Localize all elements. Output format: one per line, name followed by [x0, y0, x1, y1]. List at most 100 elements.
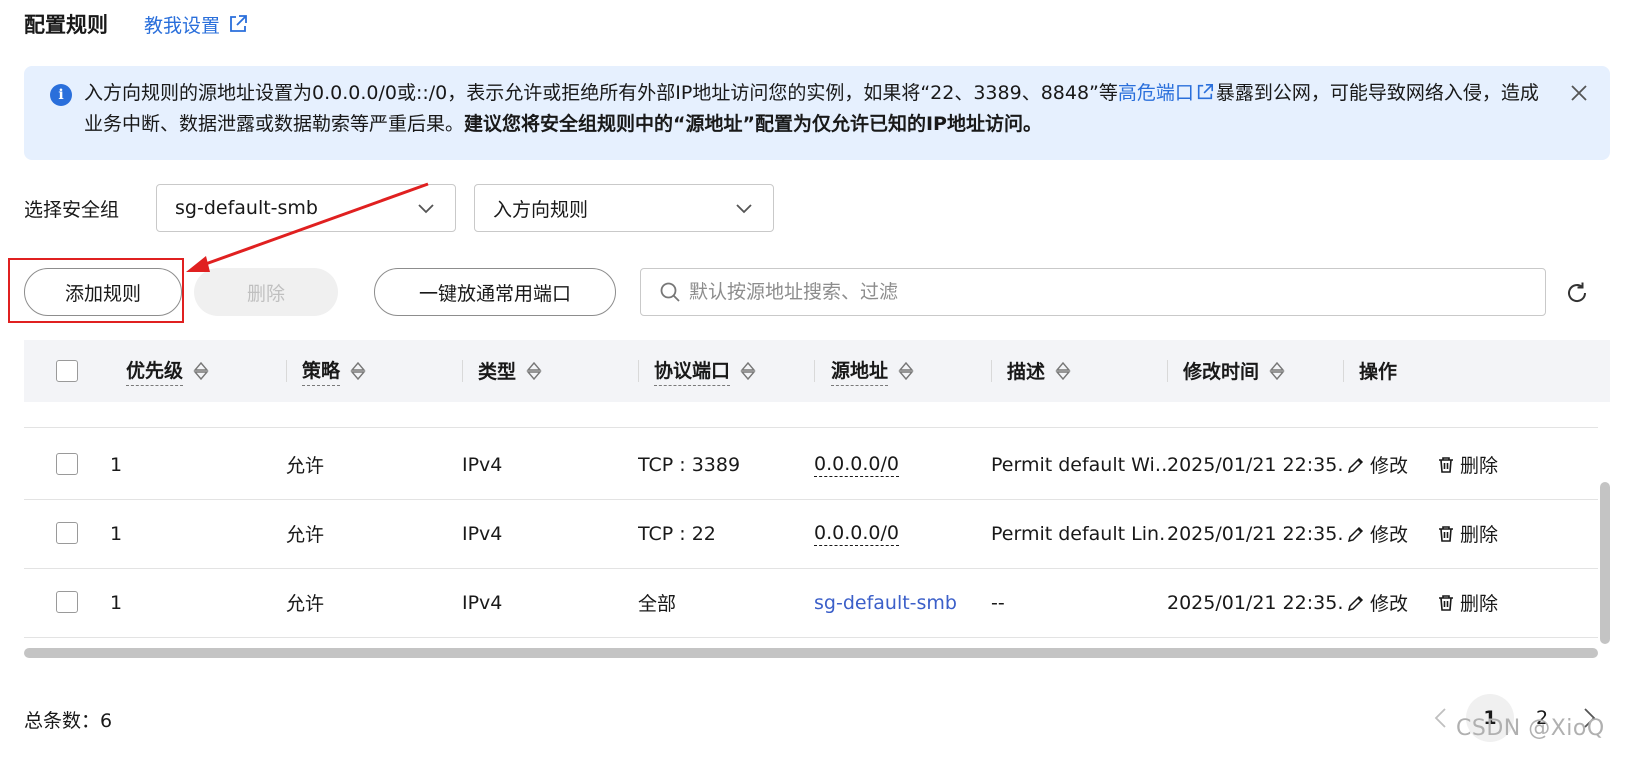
cell-priority: 1: [110, 453, 123, 476]
external-link-icon: [230, 15, 247, 32]
sort-icon: [1055, 361, 1071, 381]
security-group-select[interactable]: sg-default-smb: [156, 184, 456, 232]
column-label: 操作: [1359, 360, 1398, 383]
delete-label: 删除: [1460, 455, 1499, 477]
select-all-checkbox[interactable]: [56, 360, 78, 382]
edit-label: 修改: [1370, 524, 1409, 546]
direction-value: 入方向规则: [493, 198, 589, 221]
row-checkbox[interactable]: [56, 591, 78, 613]
open-common-ports-button[interactable]: 一键放通常用端口: [374, 268, 616, 316]
column-label: 类型: [478, 360, 517, 383]
row-checkbox[interactable]: [56, 453, 78, 475]
column-separator: [1343, 360, 1344, 382]
alert-text-1: 入方向规则的源地址设置为0.0.0.0/0或::/0，表示允许或拒绝所有外部IP…: [84, 82, 1118, 104]
sort-icon: [350, 361, 366, 381]
chevron-down-icon: [418, 204, 434, 214]
info-icon: i: [50, 84, 72, 106]
warning-alert: i 入方向规则的源地址设置为0.0.0.0/0或::/0，表示允许或拒绝所有外部…: [24, 66, 1610, 160]
vertical-scrollbar[interactable]: [1600, 482, 1610, 644]
delete-label: 删除: [1460, 524, 1499, 546]
cell-port: TCP : 3389: [638, 453, 741, 476]
close-icon[interactable]: [1568, 82, 1590, 104]
trash-icon: [1439, 525, 1453, 542]
column-header-description[interactable]: 描述: [1007, 340, 1071, 402]
column-header-policy[interactable]: 策略: [302, 340, 366, 402]
delete-action[interactable]: 删除: [1436, 567, 1498, 638]
column-header-source[interactable]: 源地址: [831, 340, 914, 402]
column-label: 修改时间: [1183, 360, 1260, 383]
trash-icon: [1439, 456, 1453, 473]
cell-description: --: [991, 591, 1005, 614]
table-header: 优先级 策略 类型 协议端口 源地址 描述 修改时间 操作: [24, 340, 1610, 402]
column-separator: [991, 360, 992, 382]
column-separator: [1167, 360, 1168, 382]
cell-policy: 允许: [286, 593, 325, 615]
row-checkbox[interactable]: [56, 522, 78, 544]
sort-icon: [193, 361, 209, 381]
source-address[interactable]: 0.0.0.0/0: [814, 522, 899, 546]
cell-type: IPv4: [462, 591, 503, 614]
delete-label: 删除: [1460, 593, 1499, 615]
delete-button[interactable]: 删除: [194, 268, 338, 316]
column-header-protocol-port[interactable]: 协议端口: [654, 340, 756, 402]
high-risk-ports-label: 高危端口: [1117, 82, 1194, 104]
help-link-label: 教我设置: [144, 14, 221, 37]
cell-description: Permit default Wi…: [991, 453, 1167, 476]
source-address[interactable]: 0.0.0.0/0: [814, 453, 899, 477]
cell-source[interactable]: 0.0.0.0/0: [814, 498, 899, 569]
chevron-left-icon: [1434, 708, 1446, 728]
high-risk-ports-link[interactable]: 高危端口: [1118, 82, 1216, 104]
cell-port: TCP : 22: [638, 522, 716, 545]
alert-bold-text: 建议您将安全组规则中的“源地址”配置为仅允许已知的IP地址访问。: [464, 113, 1042, 135]
pencil-icon: [1347, 457, 1364, 473]
cell-modified-time: 2025/01/21 22:35…: [1167, 522, 1345, 545]
refresh-icon[interactable]: [1564, 280, 1590, 306]
sort-icon: [526, 361, 542, 381]
column-separator: [638, 360, 639, 382]
security-group-selector-row: 选择安全组 sg-default-smb 入方向规则: [24, 184, 774, 232]
column-separator: [462, 360, 463, 382]
delete-action[interactable]: 删除: [1436, 498, 1498, 569]
pencil-icon: [1347, 526, 1364, 542]
cell-source[interactable]: sg-default-smb: [814, 567, 957, 638]
edit-action[interactable]: 修改: [1346, 498, 1408, 569]
table-body: 1 允许 IPv4 TCP : 3389 0.0.0.0/0 Permit de…: [24, 402, 1598, 644]
column-header-type[interactable]: 类型: [478, 340, 542, 402]
cell-priority: 1: [110, 522, 123, 545]
column-label: 策略: [302, 356, 341, 386]
cell-port: 全部: [638, 593, 677, 615]
direction-select[interactable]: 入方向规则: [474, 184, 774, 232]
security-group-value: sg-default-smb: [175, 197, 318, 219]
toolbar: 添加规则 删除 一键放通常用端口: [24, 268, 1624, 318]
column-header-modified-time[interactable]: 修改时间: [1183, 340, 1285, 402]
search-box: [640, 268, 1546, 316]
edit-action[interactable]: 修改: [1346, 567, 1408, 638]
select-security-group-label: 选择安全组: [24, 198, 120, 221]
horizontal-scrollbar[interactable]: [24, 648, 1598, 658]
pagination-prev[interactable]: [1426, 694, 1456, 742]
page-header: 配置规则 教我设置: [24, 8, 248, 40]
search-icon: [660, 282, 680, 302]
cell-description: Permit default Lin…: [991, 522, 1167, 545]
cell-source[interactable]: 0.0.0.0/0: [814, 429, 899, 500]
trash-icon: [1439, 594, 1453, 611]
table-row: 1 允许 IPv4 TCP : 3389 0.0.0.0/0 Permit de…: [24, 429, 1598, 500]
column-label: 描述: [1007, 360, 1046, 383]
security-group-link[interactable]: sg-default-smb: [814, 592, 957, 614]
page-title: 配置规则: [24, 13, 108, 37]
edit-label: 修改: [1370, 593, 1409, 615]
table-row: 1 允许 IPv4 全部 sg-default-smb -- 2025/01/2…: [24, 567, 1598, 638]
column-header-priority[interactable]: 优先级: [126, 340, 209, 402]
delete-action[interactable]: 删除: [1436, 429, 1498, 500]
cell-policy: 允许: [286, 524, 325, 546]
edit-label: 修改: [1370, 455, 1409, 477]
pencil-icon: [1347, 595, 1364, 611]
cell-modified-time: 2025/01/21 22:35…: [1167, 591, 1345, 614]
total-count: 总条数：6: [24, 710, 113, 732]
help-link[interactable]: 教我设置: [144, 11, 248, 38]
sort-icon: [1269, 361, 1285, 381]
search-input[interactable]: [689, 281, 1489, 303]
sort-icon: [898, 361, 914, 381]
highlight-box: [8, 258, 184, 323]
edit-action[interactable]: 修改: [1346, 429, 1408, 500]
